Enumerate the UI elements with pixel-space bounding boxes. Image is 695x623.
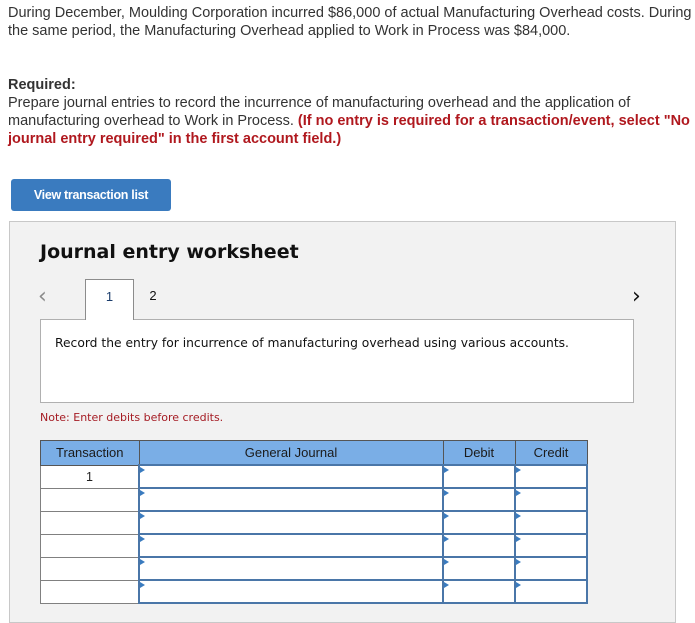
credit-field[interactable] xyxy=(514,533,588,558)
journal-table: Transaction General Journal Debit Credit… xyxy=(40,440,588,604)
table-row xyxy=(40,510,588,535)
debit-field[interactable] xyxy=(442,487,516,512)
table-row xyxy=(40,556,588,581)
view-transaction-list-button[interactable]: View transaction list xyxy=(11,179,171,211)
problem-intro: During December, Moulding Corporation in… xyxy=(8,5,692,39)
transaction-cell xyxy=(40,579,140,604)
header-general-journal: General Journal xyxy=(138,440,444,466)
header-debit: Debit xyxy=(442,440,516,466)
debit-field[interactable] xyxy=(442,579,516,604)
debit-field[interactable] xyxy=(442,464,516,489)
tab-entry-2[interactable]: 2 xyxy=(143,279,163,309)
table-row xyxy=(40,533,588,558)
entry-note: Note: Enter debits before credits. xyxy=(40,411,224,424)
worksheet-title: Journal entry worksheet xyxy=(40,241,299,263)
table-row xyxy=(40,579,588,604)
header-credit: Credit xyxy=(514,440,588,466)
credit-field[interactable] xyxy=(514,579,588,604)
credit-field[interactable] xyxy=(514,510,588,535)
header-transaction: Transaction xyxy=(40,440,140,466)
tab-entry-1[interactable]: 1 xyxy=(85,279,134,320)
transaction-cell xyxy=(40,556,140,581)
account-field[interactable] xyxy=(138,579,444,604)
account-field[interactable] xyxy=(138,510,444,535)
journal-entry-worksheet-panel: Journal entry worksheet ‹ › 1 2 Record t… xyxy=(9,221,676,623)
chevron-left-icon[interactable]: ‹ xyxy=(38,284,47,309)
table-row xyxy=(40,487,588,512)
account-field[interactable] xyxy=(138,533,444,558)
account-field[interactable] xyxy=(138,464,444,489)
table-row: 1 xyxy=(40,464,588,489)
account-field[interactable] xyxy=(138,487,444,512)
required-text: Prepare journal entries to record the in… xyxy=(8,94,695,148)
transaction-cell: 1 xyxy=(40,464,140,489)
debit-field[interactable] xyxy=(442,533,516,558)
debit-field[interactable] xyxy=(442,510,516,535)
transaction-cell xyxy=(40,533,140,558)
required-heading: Required: xyxy=(8,77,76,93)
credit-field[interactable] xyxy=(514,556,588,581)
entry-description: Record the entry for incurrence of manuf… xyxy=(40,319,634,403)
chevron-right-icon[interactable]: › xyxy=(632,284,641,309)
transaction-cell xyxy=(40,510,140,535)
transaction-cell xyxy=(40,487,140,512)
account-field[interactable] xyxy=(138,556,444,581)
credit-field[interactable] xyxy=(514,487,588,512)
debit-field[interactable] xyxy=(442,556,516,581)
credit-field[interactable] xyxy=(514,464,588,489)
